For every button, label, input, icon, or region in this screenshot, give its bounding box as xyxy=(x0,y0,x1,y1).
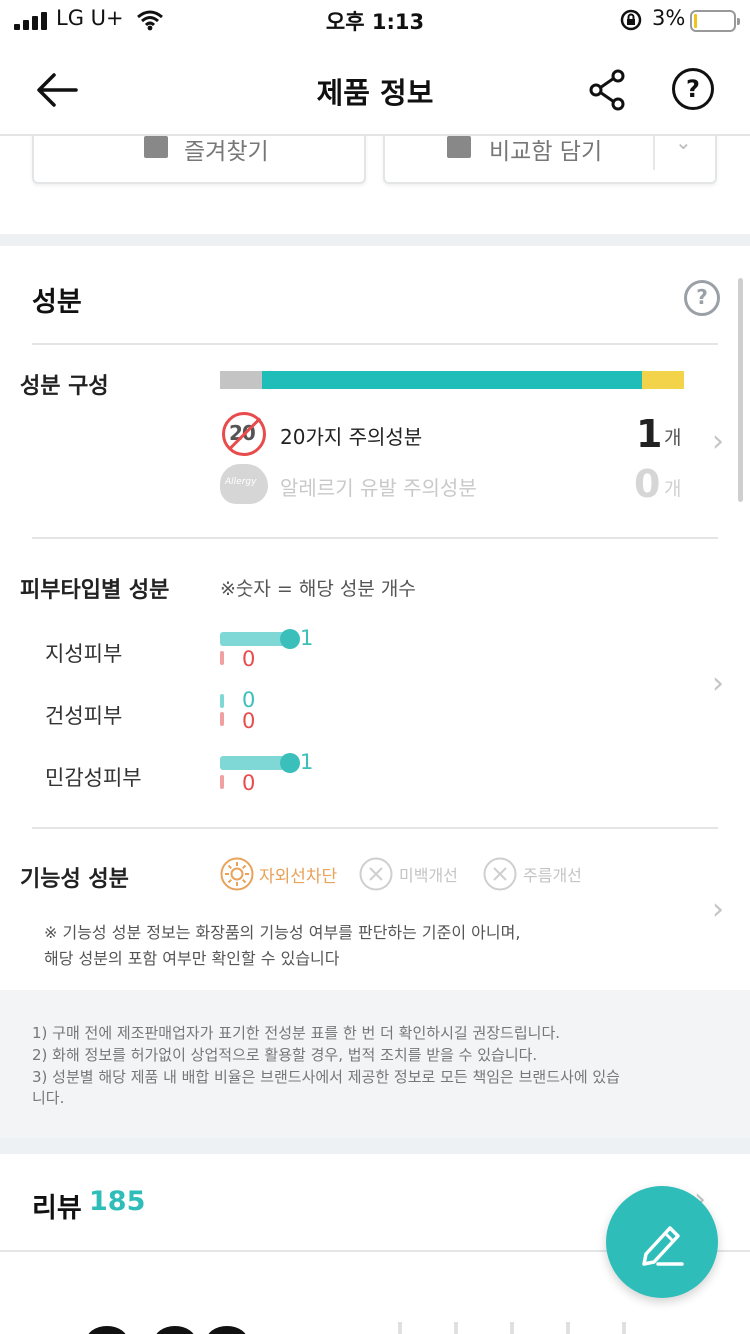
rotation-lock-icon xyxy=(620,9,642,31)
skin-type-note: ※숫자 = 해당 성분 개수 xyxy=(220,578,416,600)
skin-good-bar xyxy=(220,632,286,646)
allergy-count: 0 xyxy=(634,462,661,506)
skin-bad-count: 0 xyxy=(242,647,256,671)
skin-bad-bar xyxy=(220,712,224,726)
composition-bar xyxy=(220,371,684,389)
ingredients-help-button[interactable]: ? xyxy=(684,280,720,316)
favorite-label: 즐겨찾기 xyxy=(184,139,269,165)
chevron-right-icon[interactable]: › xyxy=(712,892,724,927)
skin-bad-count: 0 xyxy=(242,709,256,733)
review-title[interactable]: 리뷰 xyxy=(32,1186,82,1225)
status-bar: LG U+ 오후 1:13 3% xyxy=(0,0,750,40)
section-gap xyxy=(0,1138,750,1154)
review-count: 185 xyxy=(89,1186,146,1217)
divider xyxy=(32,827,718,829)
sun-icon xyxy=(220,857,254,891)
tick xyxy=(566,1322,570,1334)
skin-good-count: 1 xyxy=(300,750,314,774)
smile-icon xyxy=(280,753,300,773)
ingredients-title: 성분 xyxy=(32,287,82,318)
skin-type-label: 피부타입별 성분 xyxy=(20,578,170,603)
composition-segment xyxy=(642,371,684,389)
section-gap xyxy=(0,234,750,246)
notice-box: 1) 구매 전에 제조판매업자가 표기한 전성분 표를 한 번 더 확인하시길 … xyxy=(0,990,750,1138)
write-review-button[interactable] xyxy=(606,1186,718,1298)
plus-square-icon xyxy=(447,136,471,158)
tick xyxy=(622,1322,626,1334)
tick xyxy=(398,1322,402,1334)
notice-line: 니다. xyxy=(32,1089,65,1107)
help-button[interactable]: ? xyxy=(672,68,714,110)
caution-unit: 개 xyxy=(664,427,682,449)
tick xyxy=(510,1322,514,1334)
x-circle-icon xyxy=(359,857,393,891)
page-title: 제품 정보 xyxy=(316,76,434,110)
share-icon[interactable] xyxy=(584,66,632,114)
functional-note: 해당 성분의 포함 여부만 확인할 수 있습니다 xyxy=(44,949,340,968)
skin-row-label: 지성피부 xyxy=(45,642,123,666)
twenty-caution-icon: 20 xyxy=(222,412,266,456)
skin-good-bar xyxy=(220,756,286,770)
scrollbar[interactable] xyxy=(738,278,743,502)
battery-percent: 3% xyxy=(652,6,686,30)
divider xyxy=(32,343,718,345)
functional-item-whitening: 미백개선 xyxy=(399,866,458,885)
chevron-right-icon[interactable]: › xyxy=(712,424,724,459)
composition-label: 성분 구성 xyxy=(20,374,109,399)
caution-count: 1 xyxy=(636,412,663,456)
skin-row-label: 민감성피부 xyxy=(45,766,142,790)
top-nav: 제품 정보 ? xyxy=(0,40,750,136)
avatar xyxy=(86,1326,128,1334)
notice-line: 3) 성분별 해당 제품 내 배합 비율은 브랜드사에서 제공한 정보로 모든 … xyxy=(32,1068,620,1086)
notice-line: 2) 화해 정보를 허가없이 상업적으로 활용할 경우, 법적 조치를 받을 수… xyxy=(32,1046,538,1064)
notice-line: 1) 구매 전에 제조판매업자가 표기한 전성분 표를 한 번 더 확인하시길 … xyxy=(32,1024,561,1042)
smile-icon xyxy=(280,629,300,649)
skin-good-count: 1 xyxy=(300,626,314,650)
avatar xyxy=(206,1326,248,1334)
caution-label[interactable]: 20가지 주의성분 xyxy=(280,421,422,450)
skin-good-bar xyxy=(220,694,224,708)
avatar xyxy=(154,1326,196,1334)
allergy-icon: Allergy xyxy=(220,464,268,504)
functional-note: ※ 기능성 성분 정보는 화장품의 기능성 여부를 판단하는 기준이 아니며, xyxy=(44,923,521,942)
functional-label: 기능성 성분 xyxy=(20,867,129,892)
heart-folder-icon xyxy=(144,136,168,158)
tick xyxy=(454,1322,458,1334)
divider xyxy=(32,537,718,539)
chevron-right-icon[interactable]: › xyxy=(712,666,724,701)
compare-label: 비교함 담기 xyxy=(489,139,603,165)
skin-row-label: 건성피부 xyxy=(45,704,123,728)
skin-bad-bar xyxy=(220,775,224,789)
x-circle-icon xyxy=(483,857,517,891)
pencil-icon xyxy=(642,1226,684,1266)
allergy-label[interactable]: 알레르기 유발 주의성분 xyxy=(280,472,477,501)
composition-segment xyxy=(261,371,643,389)
allergy-unit: 개 xyxy=(664,478,682,500)
battery-icon xyxy=(690,10,740,32)
functional-item-wrinkle: 주름개선 xyxy=(523,866,582,885)
composition-segment xyxy=(220,371,262,389)
skin-bad-count: 0 xyxy=(242,771,256,795)
functional-item-sunscreen: 자외선차단 xyxy=(259,867,338,887)
skin-bad-bar xyxy=(220,651,224,665)
